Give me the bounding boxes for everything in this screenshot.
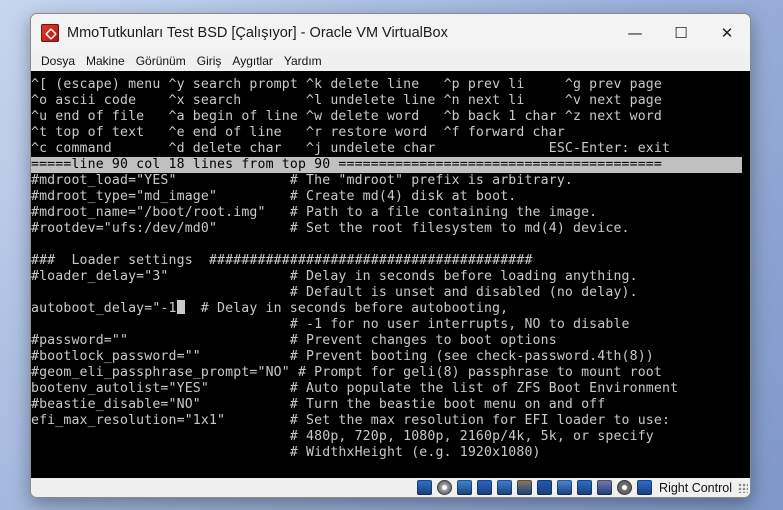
terminal-line: #password="" # Prevent changes to boot o… (31, 333, 557, 349)
menu-yardim[interactable]: Yardım (284, 54, 322, 68)
terminal-line: ^o ascii code ^x search ^l undelete line… (31, 93, 662, 109)
terminal-line-text: #beastie_disable="NO" # Turn the beastie… (31, 397, 606, 412)
terminal-line-text: =====line 90 col 18 lines from top 90 ==… (31, 157, 662, 172)
resize-grip-icon[interactable] (738, 482, 748, 493)
terminal-line-text: #loader_delay="3" # Delay in seconds bef… (31, 269, 638, 284)
terminal-line-text: #bootlock_password="" # Prevent booting … (31, 349, 654, 364)
menu-makine[interactable]: Makine (86, 54, 125, 68)
menu-aygitlar[interactable]: Aygıtlar (232, 54, 272, 68)
mouse-integration-icon[interactable] (577, 480, 593, 495)
terminal-line-text: #mdroot_name="/boot/root.img" # Path to … (31, 205, 598, 220)
terminal-line: autoboot_delay="-1 # Delay in seconds be… (31, 300, 509, 317)
title-bar[interactable]: MmoTutkunları Test BSD [Çalışıyor] - Ora… (31, 14, 750, 51)
terminal-line-text: #password="" # Prevent changes to boot o… (31, 333, 557, 348)
terminal-line-text: ^c command ^d delete char ^j undelete ch… (31, 141, 671, 156)
optical-disk-icon[interactable] (437, 480, 453, 495)
terminal-line-text: ^u end of file ^a begin of line ^w delet… (31, 109, 662, 124)
host-key-arrow-icon[interactable] (637, 480, 653, 495)
terminal-line-text: # -1 for no user interrupts, NO to disab… (31, 317, 630, 332)
device-status-icons (417, 480, 657, 495)
terminal-line: ^[ (escape) menu ^y search prompt ^k del… (31, 77, 662, 93)
text-cursor (176, 300, 185, 314)
terminal-line-text: #geom_eli_passphrase_prompt="NO" # Promp… (31, 365, 662, 380)
menu-bar: Dosya Makine Görünüm Giriş Aygıtlar Yard… (31, 51, 750, 70)
terminal-line-text: ^o ascii code ^x search ^l undelete line… (31, 93, 662, 108)
terminal-line-text: ^t top of text ^e end of line ^r restore… (31, 125, 565, 140)
minimize-button[interactable]: — (612, 14, 658, 51)
menu-dosya[interactable]: Dosya (41, 54, 75, 68)
terminal-line: ### Loader settings ####################… (31, 253, 533, 269)
usb-icon[interactable] (497, 480, 513, 495)
audio-icon[interactable] (457, 480, 473, 495)
network-icon[interactable] (477, 480, 493, 495)
terminal-line-text: #mdroot_load="YES" # The "mdroot" prefix… (31, 173, 573, 188)
terminal-line: #beastie_disable="NO" # Turn the beastie… (31, 397, 605, 413)
status-bar: Right Control (31, 478, 750, 497)
terminal-line: ^c command ^d delete char ^j undelete ch… (31, 141, 670, 157)
terminal-line: ^t top of text ^e end of line ^r restore… (31, 125, 565, 141)
terminal-line: #mdroot_type="md_image" # Create md(4) d… (31, 189, 516, 205)
terminal-line-text: #mdroot_type="md_image" # Create md(4) d… (31, 189, 517, 204)
terminal-line-text: efi_max_resolution="1x1" # Set the max r… (31, 413, 671, 428)
host-key-label: Right Control (659, 480, 732, 495)
terminal-line: bootenv_autolist="YES" # Auto populate t… (31, 381, 678, 397)
terminal-line-text: bootenv_autolist="YES" # Auto populate t… (31, 381, 679, 396)
terminal-line: # -1 for no user interrupts, NO to disab… (31, 317, 630, 333)
virtualbox-app-icon (41, 23, 59, 42)
terminal-line-text: #rootdev="ufs:/dev/md0" # Set the root f… (31, 221, 630, 236)
video-capture-icon[interactable] (557, 480, 573, 495)
close-button[interactable]: ✕ (704, 14, 750, 51)
terminal-line: ^u end of file ^a begin of line ^w delet… (31, 109, 662, 125)
terminal-line-text: ^[ (escape) menu ^y search prompt ^k del… (31, 77, 662, 92)
terminal-line-text: ### Loader settings ####################… (31, 253, 533, 268)
terminal-line: #loader_delay="3" # Delay in seconds bef… (31, 269, 638, 285)
terminal-line-text: # WidthxHeight (e.g. 1920x1080) (31, 445, 541, 460)
cpu-icon[interactable] (597, 480, 613, 495)
terminal-line: #mdroot_load="YES" # The "mdroot" prefix… (31, 173, 573, 189)
terminal-line: #mdroot_name="/boot/root.img" # Path to … (31, 205, 597, 221)
terminal-line: #geom_eli_passphrase_prompt="NO" # Promp… (31, 365, 662, 381)
window-controls: — ☐ ✕ (612, 14, 750, 51)
vm-console-screen[interactable]: ^[ (escape) menu ^y search prompt ^k del… (31, 71, 750, 478)
terminal-line: # WidthxHeight (e.g. 1920x1080) (31, 445, 541, 461)
virtualbox-window: MmoTutkunları Test BSD [Çalışıyor] - Ora… (30, 13, 751, 498)
record-icon[interactable] (617, 480, 633, 495)
terminal-line: #bootlock_password="" # Prevent booting … (31, 349, 654, 365)
terminal-line-text: # Delay in seconds before autobooting, (184, 301, 509, 316)
terminal-line: #rootdev="ufs:/dev/md0" # Set the root f… (31, 221, 630, 237)
terminal-line-text: # 480p, 720p, 1080p, 2160p/4k, 5k, or sp… (31, 429, 654, 444)
display-icon[interactable] (537, 480, 553, 495)
maximize-button[interactable]: ☐ (658, 14, 704, 51)
shared-folders-icon[interactable] (517, 480, 533, 495)
menu-gorunum[interactable]: Görünüm (136, 54, 186, 68)
hard-disk-icon[interactable] (417, 480, 433, 495)
terminal-line: # Default is unset and disabled (no dela… (31, 285, 638, 301)
terminal-line: # 480p, 720p, 1080p, 2160p/4k, 5k, or sp… (31, 429, 654, 445)
editor-status-line: =====line 90 col 18 lines from top 90 ==… (31, 157, 742, 173)
terminal-line-text: # Default is unset and disabled (no dela… (31, 285, 638, 300)
terminal-line-text: autoboot_delay="-1 (31, 301, 177, 316)
menu-giris[interactable]: Giriş (197, 54, 222, 68)
window-title: MmoTutkunları Test BSD [Çalışıyor] - Ora… (67, 24, 448, 41)
terminal-line: efi_max_resolution="1x1" # Set the max r… (31, 413, 670, 429)
